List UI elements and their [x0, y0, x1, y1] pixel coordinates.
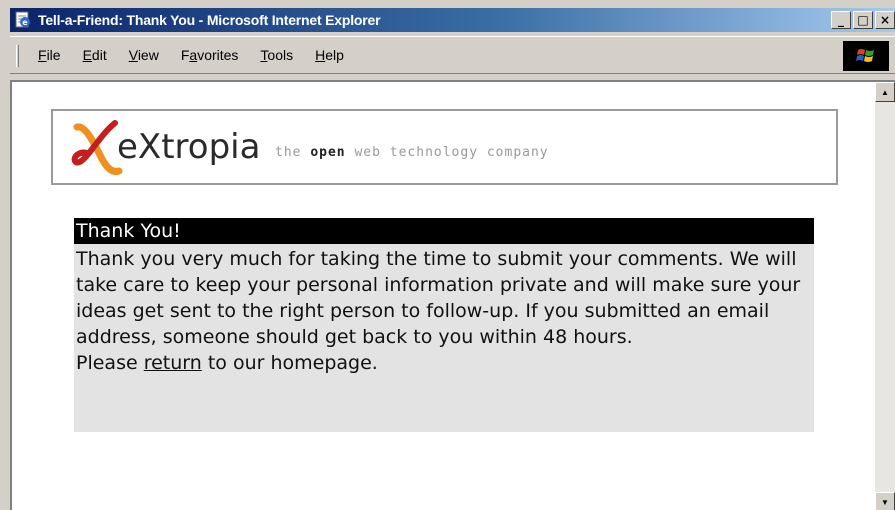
- extropia-logo-icon: [71, 117, 123, 184]
- maximize-button[interactable]: □: [853, 11, 873, 29]
- svg-text:e: e: [22, 18, 28, 27]
- menu-file[interactable]: File: [38, 47, 61, 63]
- close-button[interactable]: ×: [875, 11, 895, 29]
- scroll-down-arrow-icon[interactable]: ▼: [875, 492, 895, 510]
- windows-logo-icon: [843, 41, 889, 71]
- ie-page-icon: e: [14, 11, 32, 29]
- brand-tagline: the open web technology company: [275, 145, 549, 160]
- panel-heading: Thank You!: [74, 218, 814, 244]
- minimize-button[interactable]: _: [831, 11, 851, 29]
- panel-body: Thank you very much for taking the time …: [74, 244, 814, 376]
- window-controls: _ □ ×: [829, 11, 895, 29]
- menu-help[interactable]: Help: [315, 47, 344, 63]
- thank-you-panel: Thank You! Thank you very much for takin…: [74, 218, 814, 432]
- menu-edit[interactable]: Edit: [83, 47, 107, 63]
- return-link[interactable]: return: [144, 352, 202, 374]
- scroll-up-arrow-icon[interactable]: ▲: [875, 82, 895, 102]
- menu-favorites[interactable]: Favorites: [181, 47, 239, 63]
- menu-tools[interactable]: Tools: [260, 47, 293, 63]
- menu-items: File Edit View Favorites Tools Help: [38, 47, 366, 63]
- menu-bar: File Edit View Favorites Tools Help: [10, 36, 895, 74]
- page-viewport: eXtropia the open web technology company…: [10, 80, 895, 510]
- menu-view[interactable]: View: [129, 47, 159, 63]
- browser-window: e Tell-a-Friend: Thank You - Microsoft I…: [0, 0, 895, 510]
- title-bar[interactable]: e Tell-a-Friend: Thank You - Microsoft I…: [10, 8, 895, 32]
- logo-banner: eXtropia the open web technology company: [51, 109, 838, 185]
- toolbar-grip[interactable]: [16, 45, 19, 67]
- vertical-scrollbar[interactable]: ▲ ▼: [875, 82, 895, 510]
- thank-you-text: Thank you very much for taking the time …: [76, 248, 801, 348]
- window-title: Tell-a-Friend: Thank You - Microsoft Int…: [38, 12, 381, 28]
- brand-name: eXtropia: [117, 127, 261, 167]
- return-line: Please return to our homepage.: [76, 352, 378, 374]
